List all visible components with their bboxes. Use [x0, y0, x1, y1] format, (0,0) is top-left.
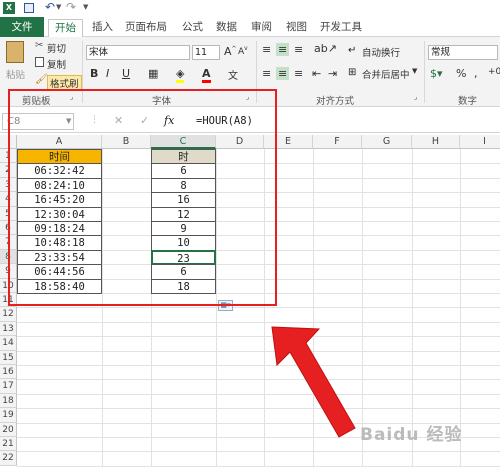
- annotation-arrow: [271, 326, 356, 438]
- watermark: Baidu 经验: [360, 425, 463, 445]
